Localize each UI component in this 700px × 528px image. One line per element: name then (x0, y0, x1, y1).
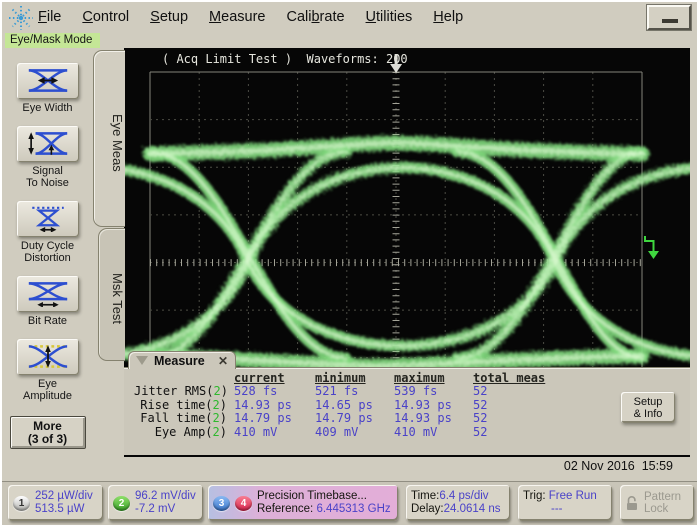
channel-2-badge: 2 (113, 496, 130, 511)
channel-3-badge: 3 (213, 496, 230, 511)
channel-2-button[interactable]: 2 96.2 mV/div-7.2 mV (108, 485, 203, 521)
mode-label: Eye/Mask Mode (5, 33, 100, 48)
setup-info-button[interactable]: Setup & Info (621, 392, 675, 423)
acq-status-text: ( Acq Limit Test ) Waveforms: 200 (162, 52, 408, 66)
more-label: More (33, 419, 62, 433)
eye-diagram-waveform (124, 143, 690, 366)
measure-row: Fall time(2)14.79 ps14.79 ps14.93 ps52 (134, 412, 583, 425)
channel-2-ground-marker-icon (645, 236, 659, 259)
signal-to-noise-label: SignalTo Noise (2, 165, 93, 189)
minimize-button[interactable] (647, 5, 691, 30)
bit-rate-label: Bit Rate (2, 315, 93, 327)
channel-4-badge: 4 (235, 496, 252, 511)
eye-amplitude-label: EyeAmplitude (2, 378, 93, 402)
tab-eye-meas[interactable]: Eye Meas (93, 50, 125, 227)
time-label: Time: (411, 490, 439, 502)
bit-rate-button[interactable] (17, 276, 79, 312)
menu-file[interactable]: File (38, 9, 61, 25)
duty-cycle-distortion-icon (26, 205, 70, 232)
channel-1-button[interactable]: 1 252 µW/div513.5 µW (8, 485, 103, 521)
menu-setup[interactable]: Setup (150, 9, 188, 25)
tab-eye-meas-label: Eye Meas (110, 106, 125, 172)
duty-cycle-distortion-button[interactable] (17, 201, 79, 237)
pattern-lock-button[interactable]: PatternLock (620, 485, 694, 521)
menu-measure[interactable]: Measure (209, 9, 265, 25)
measure-column-header: minimum (315, 372, 394, 385)
signal-to-noise-button[interactable] (17, 126, 79, 162)
pattern-lock-line1: Pattern (644, 491, 681, 503)
timebase-title: Precision Timebase... (257, 490, 367, 502)
eye-width-button[interactable] (17, 63, 79, 99)
trig-line2: --- (523, 503, 563, 515)
tab-msk-test[interactable]: Msk Test (98, 228, 125, 361)
time-value: 6.4 ps/div (439, 490, 488, 502)
menu-utilities[interactable]: Utilities (366, 9, 413, 25)
datetime: 02 Nov 2016 15:59 (564, 459, 673, 473)
measure-panel: Measure ✕ currentminimummaximumtotal mea… (124, 368, 690, 455)
measure-column-header: total meas (473, 372, 583, 385)
trig-label: Trig: (523, 490, 546, 502)
setup-info-line1: Setup (634, 396, 663, 408)
tab-msk-test-label: Msk Test (110, 265, 125, 324)
app-window: File Control Setup Measure Calibrate Utilitie… (2, 2, 697, 525)
measure-column-header: maximum (394, 372, 473, 385)
status-bar: 1 252 µW/div513.5 µW 2 96.2 mV/div-7.2 m… (2, 481, 697, 525)
menu-items: File Control Setup Measure Calibrate Utilitie… (38, 8, 484, 26)
agilent-logo-icon (8, 5, 34, 31)
more-button[interactable]: More (3 of 3) (10, 416, 86, 449)
measure-row: Eye Amp(2)410 mV409 mV410 mV52 (134, 426, 583, 439)
channel-1-offset: 513.5 µW (35, 503, 84, 515)
measure-table: currentminimummaximumtotal measJitter RM… (134, 372, 583, 439)
bit-rate-icon (26, 280, 70, 307)
minimize-icon (662, 19, 678, 23)
measure-row: Rise time(2)14.93 ps14.65 ps14.93 ps52 (134, 399, 583, 412)
measure-panel-tab: Measure ✕ (128, 351, 236, 369)
precision-timebase-button[interactable]: 3 4 Precision Timebase...Reference: 6.44… (208, 485, 398, 521)
trigger-button[interactable]: Trig: Free Run--- (518, 485, 612, 521)
sidebar: Eye Width SignalTo Noise Duty CycleDistort… (2, 48, 93, 482)
eye-amplitude-button[interactable] (17, 339, 79, 375)
delay-label: Delay: (411, 503, 444, 515)
measure-panel-title: Measure (154, 354, 205, 368)
eye-width-icon (26, 67, 70, 94)
signal-to-noise-icon (26, 130, 70, 157)
menu-calibrate[interactable]: Calibrate (286, 9, 344, 25)
channel-1-badge: 1 (13, 496, 30, 511)
channel-2-offset: -7.2 mV (135, 503, 175, 515)
menu-help[interactable]: Help (433, 9, 463, 25)
setup-info-line2: & Info (634, 408, 663, 420)
duty-cycle-distortion-label: Duty CycleDistortion (2, 240, 93, 264)
channel-1-scale: 252 µW/div (35, 490, 93, 502)
timebase-reference-label: Reference: (257, 503, 313, 515)
channel-2-scale: 96.2 mV/div (135, 490, 196, 502)
delay-value: 24.0614 ns (444, 503, 501, 515)
trig-value: Free Run (549, 490, 597, 502)
dropdown-triangle-icon[interactable] (136, 356, 148, 365)
eye-amplitude-icon (26, 343, 70, 370)
lock-icon (625, 495, 639, 511)
close-icon[interactable]: ✕ (218, 354, 228, 368)
measure-column-header: current (234, 372, 315, 385)
pattern-lock-line2: Lock (644, 503, 668, 515)
timebase-reference-value: 6.445313 GHz (316, 503, 390, 515)
timebase-scale-button[interactable]: Time:6.4 ps/divDelay:24.0614 ns (406, 485, 510, 521)
menu-control[interactable]: Control (82, 9, 129, 25)
menu-bar: File Control Setup Measure Calibrate Utilitie… (2, 2, 697, 32)
measure-row: Jitter RMS(2)528 fs521 fs539 fs52 (134, 385, 583, 398)
more-page-indicator: (3 of 3) (28, 432, 67, 446)
eye-width-label: Eye Width (2, 102, 93, 114)
